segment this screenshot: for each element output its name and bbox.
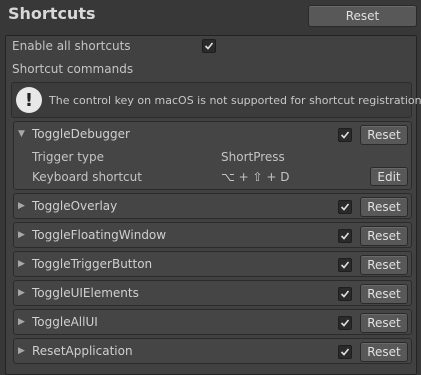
command-reset-button[interactable]: Reset: [360, 226, 408, 246]
command-enabled-checkbox[interactable]: [338, 287, 352, 301]
check-icon: [340, 319, 350, 327]
command-card-toggledebugger: ▼ ToggleDebugger Reset Trigger type Shor…: [13, 121, 412, 190]
shortcut-commands-label: Shortcut commands: [12, 62, 134, 76]
command-header[interactable]: ▶ ToggleOverlay Reset: [14, 194, 411, 220]
trigger-type-label: Trigger type: [32, 150, 105, 164]
trigger-type-value[interactable]: ShortPress: [221, 150, 285, 164]
command-enabled-checkbox[interactable]: [338, 258, 352, 272]
expanded-arrow-icon[interactable]: ▼: [18, 129, 25, 139]
command-reset-button[interactable]: Reset: [360, 342, 408, 362]
check-icon: [340, 348, 350, 356]
enable-all-checkbox[interactable]: [202, 39, 216, 53]
check-icon: [340, 261, 350, 269]
help-text: The control key on macOS is not supporte…: [49, 94, 421, 107]
command-reset-button[interactable]: Reset: [360, 284, 408, 304]
command-enabled-checkbox[interactable]: [338, 128, 352, 142]
command-name: ToggleTriggerButton: [32, 257, 153, 271]
command-reset-button[interactable]: Reset: [360, 255, 408, 275]
command-reset-button[interactable]: Reset: [360, 125, 408, 145]
check-icon: [340, 290, 350, 298]
collapsed-arrow-icon[interactable]: ▶: [18, 346, 25, 356]
page-title: Shortcuts: [8, 4, 96, 23]
edit-shortcut-button[interactable]: Edit: [370, 167, 408, 186]
command-enabled-checkbox[interactable]: [338, 316, 352, 330]
command-name: ResetApplication: [32, 344, 133, 358]
collapsed-arrow-icon[interactable]: ▶: [18, 288, 25, 298]
collapsed-arrow-icon[interactable]: ▶: [18, 201, 25, 211]
collapsed-arrow-icon[interactable]: ▶: [18, 317, 25, 327]
command-header[interactable]: ▶ ResetApplication Reset: [14, 339, 411, 365]
command-card-togglefloatingwindow: ▶ ToggleFloatingWindow Reset: [13, 222, 412, 248]
warning-icon: !: [16, 87, 42, 113]
command-header[interactable]: ▶ ToggleTriggerButton Reset: [14, 252, 411, 278]
command-name: ToggleOverlay: [32, 199, 118, 213]
command-header[interactable]: ▶ ToggleAllUI Reset: [14, 310, 411, 336]
help-box: ! The control key on macOS is not suppor…: [11, 82, 421, 118]
command-enabled-checkbox[interactable]: [338, 200, 352, 214]
check-icon: [340, 203, 350, 211]
command-card-toggleoverlay: ▶ ToggleOverlay Reset: [13, 193, 412, 219]
check-icon: [340, 232, 350, 240]
check-icon: [204, 42, 214, 50]
command-enabled-checkbox[interactable]: [338, 345, 352, 359]
command-header[interactable]: ▶ ToggleFloatingWindow Reset: [14, 223, 411, 249]
keyboard-shortcut-value: ⌥ + ⇧ + D: [221, 170, 290, 184]
command-header[interactable]: ▶ ToggleUIElements Reset: [14, 281, 411, 307]
keyboard-shortcut-label: Keyboard shortcut: [32, 170, 142, 184]
check-icon: [340, 131, 350, 139]
command-name: ToggleFloatingWindow: [32, 228, 167, 242]
command-name: ToggleAllUI: [32, 315, 98, 329]
command-card-toggletriggerbutton: ▶ ToggleTriggerButton Reset: [13, 251, 412, 277]
enable-all-label: Enable all shortcuts: [12, 39, 131, 53]
reset-all-button[interactable]: Reset: [308, 5, 417, 27]
command-card-resetapplication: ▶ ResetApplication Reset: [13, 338, 412, 364]
header: Shortcuts Reset: [0, 0, 421, 32]
command-enabled-checkbox[interactable]: [338, 229, 352, 243]
collapsed-arrow-icon[interactable]: ▶: [18, 259, 25, 269]
command-card-toggleuielements: ▶ ToggleUIElements Reset: [13, 280, 412, 306]
command-card-toggleallui: ▶ ToggleAllUI Reset: [13, 309, 412, 335]
collapsed-arrow-icon[interactable]: ▶: [18, 230, 25, 240]
command-header[interactable]: ▼ ToggleDebugger Reset: [14, 122, 411, 148]
command-name: ToggleUIElements: [32, 286, 139, 300]
command-name: ToggleDebugger: [32, 127, 130, 141]
command-reset-button[interactable]: Reset: [360, 197, 408, 217]
command-reset-button[interactable]: Reset: [360, 313, 408, 333]
